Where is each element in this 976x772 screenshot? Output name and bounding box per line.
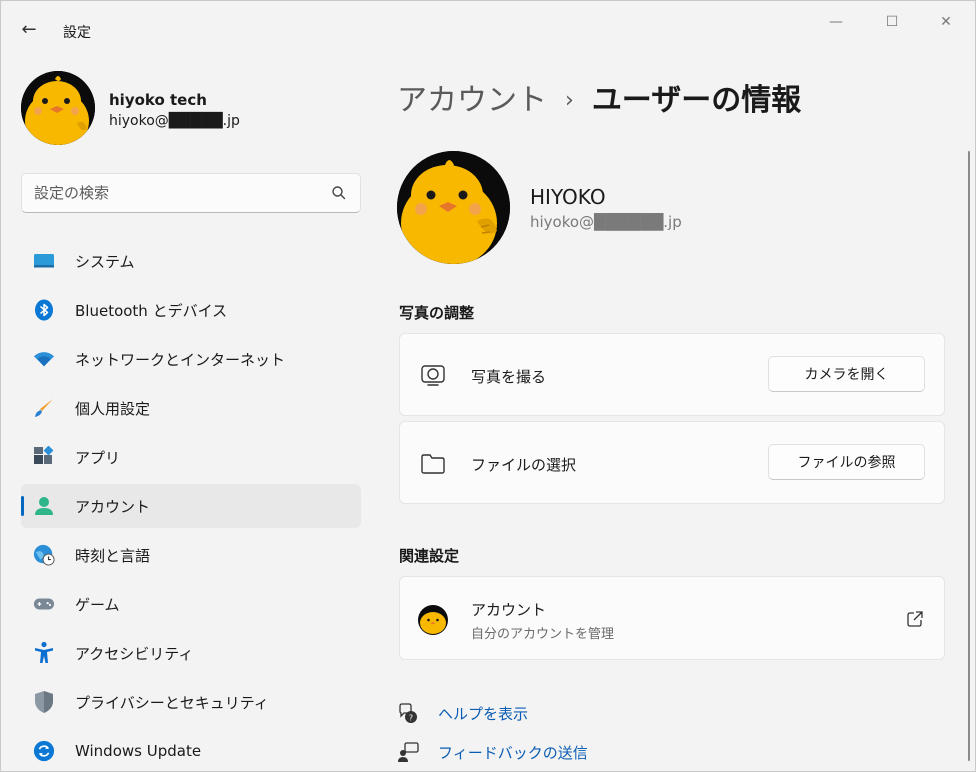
sidebar-item-privacy[interactable]: プライバシーとセキュリティ <box>21 680 361 724</box>
sidebar-item-gaming[interactable]: ゲーム <box>21 582 361 626</box>
windows-update-icon <box>33 740 55 762</box>
active-indicator <box>21 496 24 516</box>
choose-file-card: ファイルの選択 ファイルの参照 <box>399 421 945 504</box>
sidebar-item-label: ネットワークとインターネット <box>75 350 286 369</box>
user-name: HIYOKO <box>530 185 606 209</box>
search-icon[interactable] <box>330 184 348 202</box>
sidebar-item-label: アクセシビリティ <box>75 644 194 663</box>
sidebar-item-label: Bluetooth とデバイス <box>75 301 228 320</box>
section-title-related: 関連設定 <box>399 547 460 565</box>
sidebar-item-bluetooth[interactable]: Bluetooth とデバイス <box>21 288 361 332</box>
help-link[interactable]: ? ヘルプを表示 <box>397 700 528 726</box>
help-icon: ? <box>399 703 417 723</box>
sidebar-item-label: Windows Update <box>75 742 202 760</box>
brush-icon <box>33 397 55 419</box>
open-camera-button[interactable]: カメラを開く <box>768 356 925 392</box>
shield-icon <box>33 691 55 713</box>
choose-file-label: ファイルの選択 <box>471 456 577 474</box>
folder-icon <box>421 454 445 474</box>
related-account-sub: 自分のアカウントを管理 <box>471 627 615 642</box>
sidebar-nav: システム Bluetooth とデバイス ネットワークとインターネット 個人用設… <box>21 239 361 772</box>
maximize-icon: ☐ <box>885 14 899 30</box>
accessibility-icon <box>33 641 55 664</box>
chick-avatar-icon <box>418 605 448 635</box>
close-button[interactable]: ✕ <box>921 7 971 37</box>
feedback-link[interactable]: フィードバックの送信 <box>397 739 588 765</box>
help-link-label[interactable]: ヘルプを表示 <box>438 703 528 724</box>
feedback-icon <box>398 742 419 762</box>
wifi-icon <box>33 348 55 370</box>
take-photo-card: 写真を撮る カメラを開く <box>399 333 945 416</box>
breadcrumb: アカウント › ユーザーの情報 <box>397 75 801 119</box>
section-title-photo: 写真の調整 <box>399 304 475 322</box>
minimize-button[interactable]: — <box>811 7 861 37</box>
sidebar-item-label: アカウント <box>75 497 151 516</box>
sidebar-item-personalization[interactable]: 個人用設定 <box>21 386 361 430</box>
related-account-card[interactable]: アカウント 自分のアカウントを管理 <box>399 576 945 660</box>
external-link-icon <box>907 611 923 627</box>
close-icon: ✕ <box>940 14 952 30</box>
title-bar: ← 設定 — ☐ ✕ <box>1 1 975 53</box>
arrow-left-icon: ← <box>21 18 37 40</box>
sidebar-item-label: アプリ <box>75 448 121 467</box>
profile-name: hiyoko tech <box>109 91 207 109</box>
monitor-icon <box>33 250 55 272</box>
search-input[interactable] <box>22 174 322 212</box>
camera-icon <box>421 365 445 386</box>
sidebar-item-system[interactable]: システム <box>21 239 361 283</box>
sidebar-item-label: 個人用設定 <box>75 399 151 418</box>
feedback-link-label[interactable]: フィードバックの送信 <box>438 742 588 763</box>
sidebar-item-label: プライバシーとセキュリティ <box>75 693 269 712</box>
sidebar-item-apps[interactable]: アプリ <box>21 435 361 479</box>
sidebar-item-label: 時刻と言語 <box>75 546 151 565</box>
back-button[interactable]: ← <box>15 15 43 43</box>
sidebar-item-windows-update[interactable]: Windows Update <box>21 729 361 772</box>
breadcrumb-separator: › <box>565 88 574 113</box>
user-avatar <box>397 151 510 264</box>
sidebar-item-network[interactable]: ネットワークとインターネット <box>21 337 361 381</box>
maximize-button[interactable]: ☐ <box>867 7 917 37</box>
sidebar-item-time-language[interactable]: 時刻と言語 <box>21 533 361 577</box>
profile-header: hiyoko tech hiyoko@█████.jp <box>21 71 361 147</box>
sidebar-item-accounts[interactable]: アカウント <box>21 484 361 528</box>
account-icon <box>33 495 55 517</box>
profile-email: hiyoko@█████.jp <box>109 113 240 129</box>
settings-window: ← 設定 — ☐ ✕ hiyoko tech hiyoko@█████.jp 設… <box>0 0 976 772</box>
sidebar-item-label: システム <box>75 252 135 271</box>
bluetooth-icon <box>33 299 55 321</box>
sidebar-item-label: ゲーム <box>75 595 120 614</box>
page-title: ユーザーの情報 <box>591 83 802 118</box>
apps-icon <box>33 446 55 468</box>
take-photo-label: 写真を撮る <box>471 368 547 386</box>
chick-avatar-icon <box>21 71 95 145</box>
avatar[interactable] <box>21 71 95 145</box>
related-account-label: アカウント <box>471 601 547 619</box>
user-email: hiyoko@██████.jp <box>530 213 682 231</box>
minimize-icon: — <box>829 14 843 30</box>
app-title: 設定 <box>63 25 91 41</box>
sidebar-item-accessibility[interactable]: アクセシビリティ <box>21 631 361 675</box>
gamepad-icon <box>33 593 55 615</box>
chick-avatar-icon <box>397 151 510 264</box>
browse-files-button[interactable]: ファイルの参照 <box>768 444 925 480</box>
svg-text:?: ? <box>409 714 413 723</box>
globe-clock-icon <box>33 544 55 566</box>
scrollbar[interactable] <box>968 151 970 761</box>
breadcrumb-parent[interactable]: アカウント <box>397 83 547 118</box>
search-box <box>21 173 361 213</box>
